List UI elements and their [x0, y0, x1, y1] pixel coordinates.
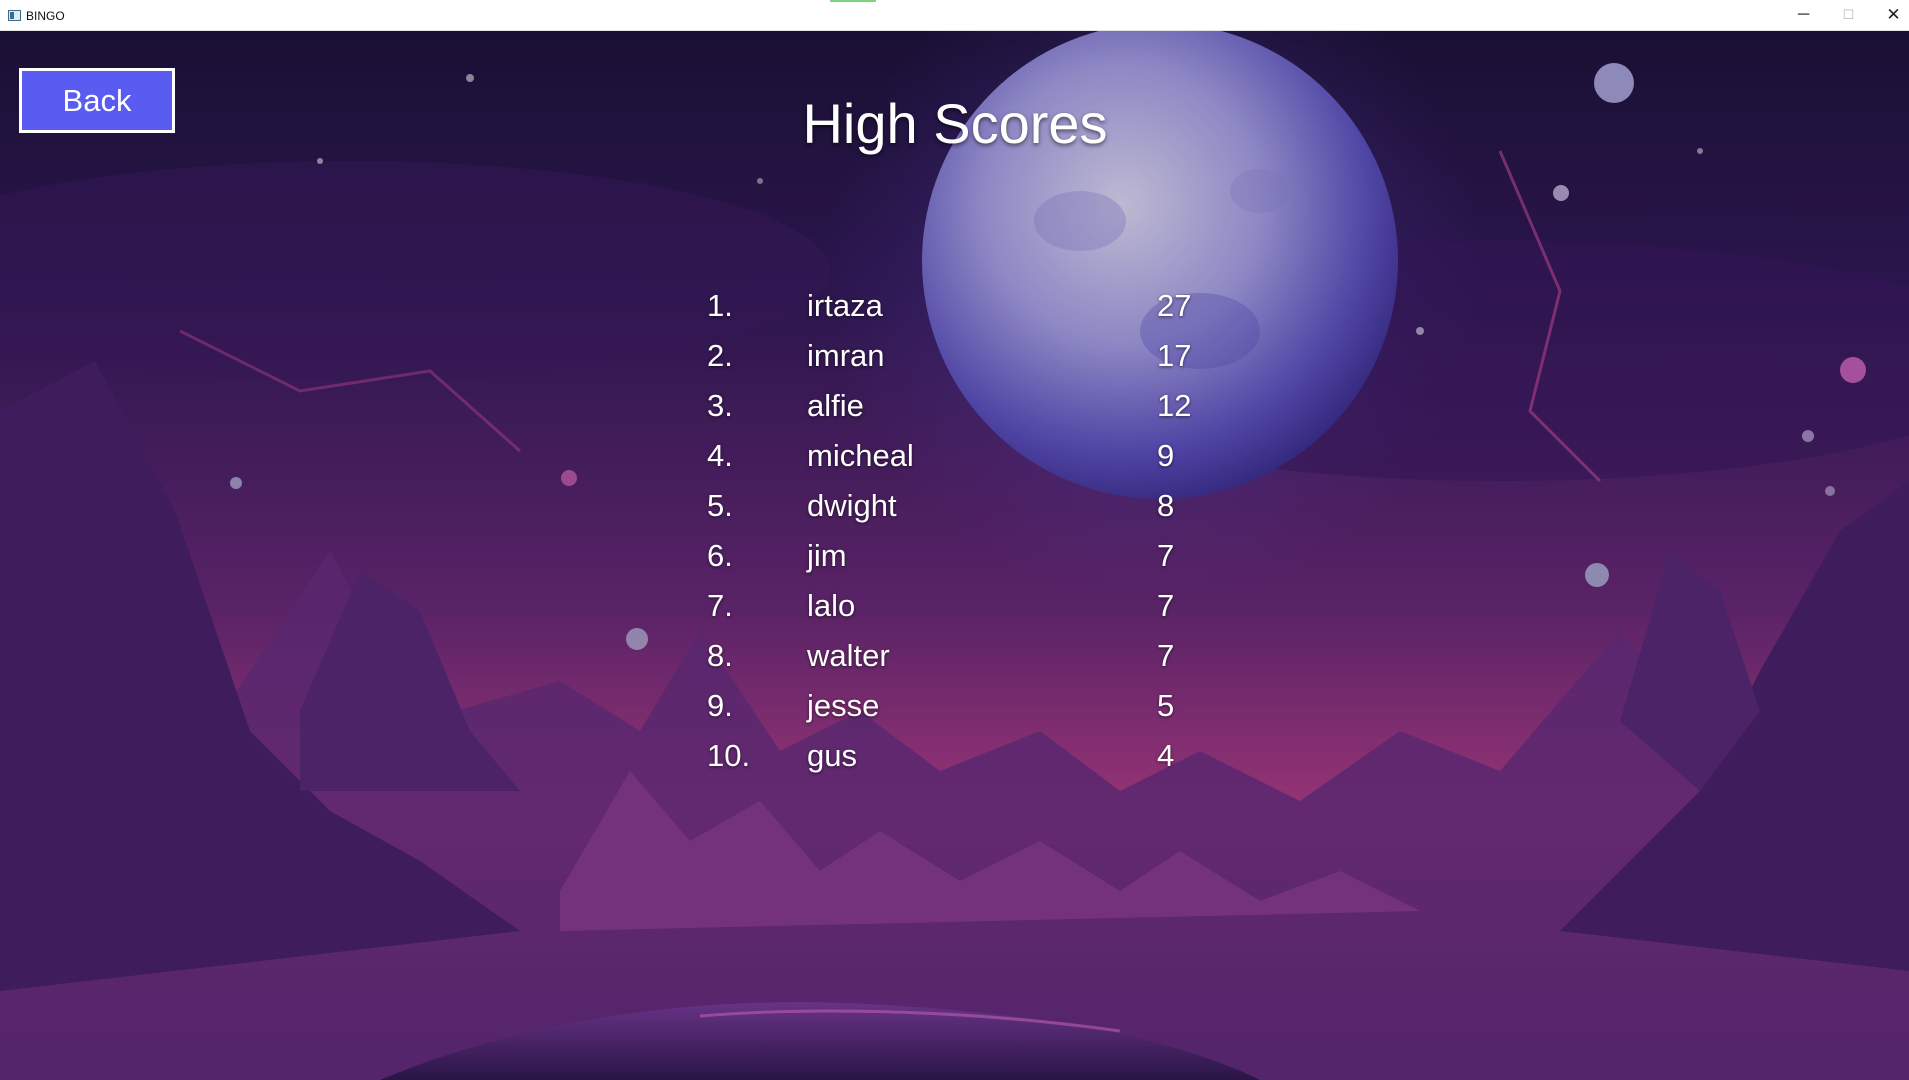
player-score: 7: [1157, 538, 1175, 573]
window-title: BINGO: [26, 9, 65, 23]
close-icon[interactable]: ✕: [1871, 0, 1909, 31]
score-rank: 5.: [707, 488, 733, 523]
score-row: 4. micheal 9: [700, 431, 1220, 481]
player-score: 17: [1157, 338, 1192, 373]
player-score: 27: [1157, 288, 1192, 323]
game-screen: Back High Scores 1. irtaza 27 2. imran 1…: [0, 31, 1909, 1080]
score-row: 5. dwight 8: [700, 481, 1220, 531]
player-name: gus: [807, 738, 857, 773]
page-title: High Scores: [802, 92, 1108, 155]
titlebar-accent: [830, 0, 876, 2]
player-name: irtaza: [807, 288, 883, 323]
score-rank: 8.: [707, 638, 733, 673]
score-rank: 3.: [707, 388, 733, 423]
score-rank: 1.: [707, 288, 733, 323]
score-rank: 4.: [707, 438, 733, 473]
player-score: 7: [1157, 588, 1175, 623]
score-row: 10. gus 4: [700, 731, 1220, 781]
player-name: walter: [807, 638, 890, 673]
score-row: 7. lalo 7: [700, 581, 1220, 631]
player-name: imran: [807, 338, 885, 373]
score-row: 8. walter 7: [700, 631, 1220, 681]
high-scores-table: 1. irtaza 27 2. imran 17 3. alfie 12 4. …: [700, 281, 1220, 781]
minimize-icon[interactable]: ─: [1781, 0, 1826, 31]
score-rank: 7.: [707, 588, 733, 623]
player-name: jesse: [807, 688, 880, 723]
player-name: jim: [807, 538, 847, 573]
score-rank: 9.: [707, 688, 733, 723]
score-row: 1. irtaza 27: [700, 281, 1220, 331]
player-name: lalo: [807, 588, 856, 623]
score-row: 9. jesse 5: [700, 681, 1220, 731]
player-score: 5: [1157, 688, 1175, 723]
window-titlebar: BINGO ─ ☐ ✕: [0, 0, 1909, 31]
maximize-icon[interactable]: ☐: [1826, 0, 1871, 31]
player-score: 12: [1157, 388, 1192, 423]
player-name: dwight: [807, 488, 897, 523]
app-window-icon: [8, 10, 21, 21]
player-name: micheal: [807, 438, 914, 473]
score-rank: 2.: [707, 338, 733, 373]
player-score: 9: [1157, 438, 1175, 473]
score-row: 3. alfie 12: [700, 381, 1220, 431]
score-rank: 10.: [707, 738, 751, 773]
back-button[interactable]: Back: [19, 68, 175, 133]
score-row: 6. jim 7: [700, 531, 1220, 581]
player-score: 8: [1157, 488, 1175, 523]
player-score: 4: [1157, 738, 1175, 773]
score-rank: 6.: [707, 538, 733, 573]
score-row: 2. imran 17: [700, 331, 1220, 381]
player-name: alfie: [807, 388, 864, 423]
player-score: 7: [1157, 638, 1175, 673]
